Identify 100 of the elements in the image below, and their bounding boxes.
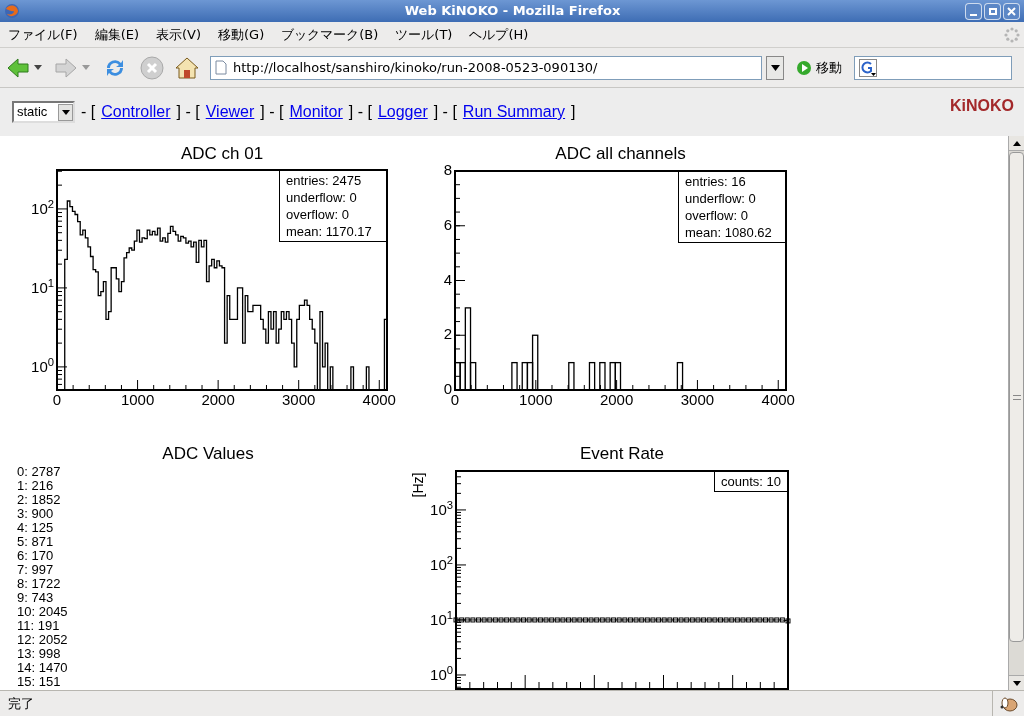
panel-title: ADC Values xyxy=(161,443,255,465)
stats-line: counts: 10 xyxy=(721,473,781,490)
search-engine-icon xyxy=(859,58,877,77)
brand-logo: KiNOKO xyxy=(950,96,1014,116)
value-line: 13: 998 xyxy=(17,647,62,661)
home-icon[interactable] xyxy=(174,55,200,80)
window-title: Web KiNOKO - Mozilla Firefox xyxy=(404,2,621,21)
tick-label: 3000 xyxy=(281,391,317,409)
tick-label: 0 xyxy=(51,391,63,409)
nav-separator: ] - [ xyxy=(260,102,284,122)
stats-line: entries: 2475 xyxy=(286,172,363,189)
go-button[interactable]: 移動 xyxy=(794,57,844,78)
stats-line: overflow: 0 xyxy=(286,206,350,223)
value-line: 3: 900 xyxy=(17,507,55,521)
dropdown-caret-icon xyxy=(61,109,70,115)
stop-icon[interactable] xyxy=(140,55,164,80)
nav-separator: ] - [ xyxy=(348,102,372,122)
nav-separator: - [ xyxy=(81,102,96,122)
histogram-bin xyxy=(588,362,596,391)
histogram-bin xyxy=(568,362,575,391)
chart-title: ADC all channels xyxy=(554,143,687,165)
minimize-button[interactable] xyxy=(965,2,982,20)
histogram-bin xyxy=(599,362,606,391)
axis-label: [Hz] xyxy=(410,472,426,498)
stats-line: underflow: 0 xyxy=(685,190,757,207)
maximize-button[interactable] xyxy=(984,2,1001,20)
histogram-bin xyxy=(511,362,518,391)
dog-icon xyxy=(998,694,1019,713)
throbber-icon xyxy=(1004,26,1020,43)
chart-title: Event Rate xyxy=(578,443,666,465)
value-line: 5: 871 xyxy=(17,535,55,549)
value-line: 1: 216 xyxy=(17,479,55,493)
menu-item[interactable]: 編集(E) xyxy=(94,24,139,45)
tick-label: 10$^{1}$ xyxy=(430,610,453,629)
play-icon xyxy=(796,59,812,76)
tick-label: 4000 xyxy=(760,391,796,409)
tick-label: 3000 xyxy=(679,391,716,409)
nav-link[interactable]: Monitor xyxy=(289,100,343,124)
tick-label: 6 xyxy=(443,215,452,234)
caret-icon xyxy=(770,64,780,71)
close-button[interactable] xyxy=(1003,2,1020,20)
menu-item[interactable]: ファイル(F) xyxy=(8,24,78,45)
value-line: 11: 191 xyxy=(17,619,61,633)
up-arrow-icon xyxy=(1012,140,1021,146)
tick-label: 10$^{1}$ xyxy=(31,278,54,297)
dropdown-caret-icon[interactable] xyxy=(34,65,42,70)
value-line: 9: 743 xyxy=(17,591,55,605)
nav-separator: ] xyxy=(571,102,576,122)
scroll-thumb[interactable] xyxy=(1009,152,1024,642)
menu-item[interactable]: ツール(T) xyxy=(395,24,453,45)
stats-line: entries: 16 xyxy=(685,173,747,190)
stats-line: mean: 1170.17 xyxy=(286,223,373,240)
menu-item[interactable]: 移動(G) xyxy=(218,24,265,45)
url-field[interactable]: http://localhost/sanshiro/kinoko/run-2008-0523-090130/ xyxy=(210,55,762,80)
stats-line: overflow: 0 xyxy=(685,207,749,224)
value-line: 10: 2045 xyxy=(17,605,68,619)
search-field[interactable] xyxy=(854,55,1012,80)
nav-link[interactable]: Controller xyxy=(101,100,171,124)
vertical-scrollbar[interactable] xyxy=(1008,136,1024,690)
down-arrow-icon xyxy=(1012,680,1021,686)
tick-label: 4 xyxy=(443,270,452,289)
nav-separator: ] - [ xyxy=(433,102,457,122)
tick-label: 1000 xyxy=(518,391,554,409)
tick-label: 10$^{2}$ xyxy=(31,199,54,218)
stats-line: mean: 1080.62 xyxy=(685,224,773,241)
status-text: 完了 xyxy=(7,694,34,713)
tick-label: 10$^{0}$ xyxy=(430,665,453,684)
value-line: 4: 125 xyxy=(17,521,55,535)
page-icon xyxy=(215,60,227,75)
url-dropdown-button[interactable] xyxy=(766,55,784,80)
tick-label: 8 xyxy=(443,161,452,179)
close-icon xyxy=(1007,6,1016,16)
value-line: 2: 1852 xyxy=(17,493,62,507)
menu-item[interactable]: 表示(V) xyxy=(156,24,202,45)
value-line: 0: 2787 xyxy=(17,465,62,479)
value-line: 7: 997 xyxy=(17,563,55,577)
value-line: 12: 2052 xyxy=(17,633,68,647)
scroll-down-button[interactable] xyxy=(1009,675,1024,690)
view-select[interactable]: static xyxy=(12,101,75,123)
tick-label: 4000 xyxy=(361,391,397,409)
stats-line: underflow: 0 xyxy=(286,189,358,206)
tick-label: 0 xyxy=(450,391,461,409)
nav-link[interactable]: Run Summary xyxy=(462,100,566,124)
menu-item[interactable]: ヘルプ(H) xyxy=(469,24,529,45)
value-line: 8: 1722 xyxy=(17,577,62,591)
tick-label: 2000 xyxy=(598,391,635,409)
menu-item[interactable]: ブックマーク(B) xyxy=(281,24,379,45)
nav-link[interactable]: Logger xyxy=(377,100,428,124)
scroll-up-button[interactable] xyxy=(1009,136,1024,151)
firefox-icon xyxy=(4,3,20,19)
histogram-bin xyxy=(676,362,684,391)
nav-link[interactable]: Viewer xyxy=(205,100,255,124)
tick-label: 2000 xyxy=(200,391,236,409)
tick-label: 0 xyxy=(443,380,452,397)
value-line: 15: 151 xyxy=(17,675,62,689)
value-line: 6: 170 xyxy=(17,549,55,563)
chart-title: ADC ch 01 xyxy=(179,143,265,165)
back-arrow-icon[interactable] xyxy=(6,56,30,79)
tick-label: 10$^{0}$ xyxy=(31,357,54,376)
tick-label: 1000 xyxy=(119,391,156,409)
